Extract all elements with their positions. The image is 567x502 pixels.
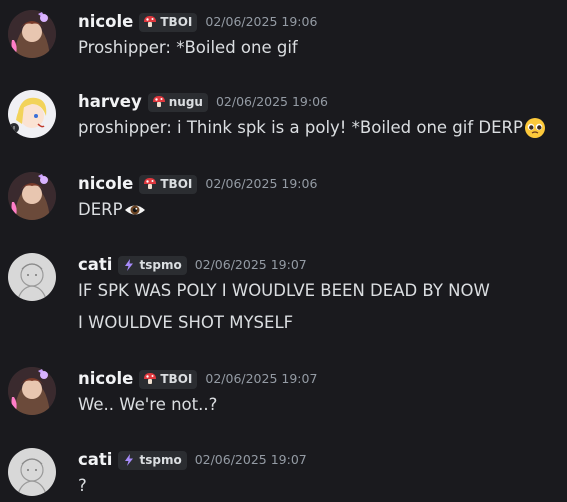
tag-label: tspmo	[139, 257, 182, 272]
avatar[interactable]	[8, 10, 56, 58]
mushroom-icon	[144, 178, 157, 189]
message-text: proshipper: i Think spk is a poly! *Boil…	[78, 116, 546, 140]
tag-label: TBOI	[160, 176, 193, 191]
mushroom-icon	[144, 16, 157, 27]
mushroom-icon	[152, 96, 165, 107]
timestamp: 02/06/2025 19:06	[205, 176, 318, 191]
tag-label: nugu	[168, 94, 203, 109]
cati-avatar-image	[8, 448, 56, 496]
timestamp: 02/06/2025 19:07	[205, 371, 318, 386]
eye-emoji[interactable]	[124, 199, 146, 221]
timestamp: 02/06/2025 19:06	[215, 94, 328, 109]
tag-label: tspmo	[139, 452, 182, 467]
message-text-content: DERP	[78, 200, 123, 219]
message-text: We.. We're not..?	[78, 395, 218, 414]
guild-tag[interactable]: TBOI	[139, 369, 198, 389]
timestamp: 02/06/2025 19:07	[194, 452, 307, 467]
username[interactable]: cati	[78, 448, 112, 472]
guild-tag[interactable]: tspmo	[118, 255, 187, 275]
avatar[interactable]	[8, 448, 56, 496]
lightning-icon	[125, 259, 134, 271]
timestamp: 02/06/2025 19:07	[194, 257, 307, 272]
message-text: ?	[78, 476, 87, 495]
nicole-avatar-image	[8, 367, 56, 415]
guild-tag[interactable]: TBOI	[139, 174, 198, 194]
harvey-avatar-image: !	[8, 90, 56, 138]
pleading-face-emoji[interactable]	[524, 117, 546, 139]
message-text: IF SPK WAS POLY I WOUDLVE BEEN DEAD BY N…	[78, 281, 490, 300]
mushroom-icon	[144, 373, 157, 384]
username[interactable]: nicole	[78, 10, 133, 34]
cati-avatar-image	[8, 253, 56, 301]
nicole-avatar-image	[8, 172, 56, 220]
lightning-icon	[125, 454, 134, 466]
username[interactable]: nicole	[78, 172, 133, 196]
avatar[interactable]	[8, 172, 56, 220]
message-text: DERP	[78, 198, 146, 222]
tag-label: TBOI	[160, 14, 193, 29]
message-text: Proshipper: *Boiled one gif	[78, 38, 298, 57]
message-list: nicole TBOI 02/06/2025 19:06 Proshipper:…	[0, 0, 567, 502]
avatar[interactable]	[8, 367, 56, 415]
timestamp: 02/06/2025 19:06	[205, 14, 318, 29]
username[interactable]: harvey	[78, 90, 142, 114]
guild-tag[interactable]: tspmo	[118, 450, 187, 470]
guild-tag[interactable]: nugu	[147, 92, 208, 112]
avatar[interactable]	[8, 253, 56, 301]
guild-tag[interactable]: TBOI	[139, 12, 198, 32]
message-text-content: proshipper: i Think spk is a poly! *Boil…	[78, 118, 523, 137]
tag-label: TBOI	[160, 371, 193, 386]
username[interactable]: cati	[78, 253, 112, 277]
avatar[interactable]: !	[8, 90, 56, 138]
message-text: I WOULDVE SHOT MYSELF	[78, 313, 294, 332]
svg-text:!: !	[13, 125, 16, 133]
nicole-avatar-image	[8, 10, 56, 58]
username[interactable]: nicole	[78, 367, 133, 391]
